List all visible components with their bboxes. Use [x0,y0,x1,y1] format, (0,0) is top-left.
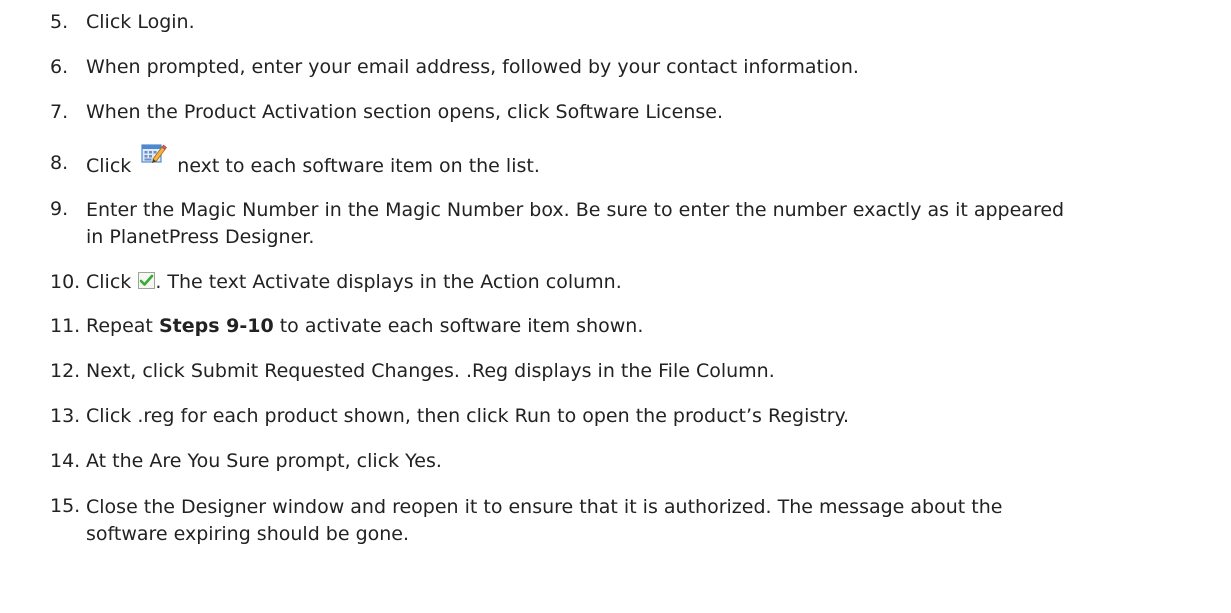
step-number: 5. [50,11,69,33]
step-text-line-1: Close the Designer window and reopen it … [86,496,1003,518]
step-text: Next, click Submit Requested Changes. .R… [86,360,775,382]
instruction-steps: 5. Click Login. 6. When prompted, enter … [0,0,1231,613]
step-number: 13. [50,405,81,427]
step-text-line-1: Enter the Magic Number in the Magic Numb… [86,199,1065,221]
step-text: Repeat Steps 9-10 to activate each softw… [86,314,1216,338]
step-number: 9. [50,198,69,220]
step-text-before: Repeat [86,315,153,337]
step-text: Click next to each software item on the … [86,144,1216,178]
step-number: 6. [50,56,69,78]
step-text-after: . The text Activate displays in the Acti… [155,271,622,293]
step-text-before: Click [86,155,132,177]
step-text: When prompted, enter your email address,… [86,56,859,78]
step-text: Click . The text Activate displays in th… [86,270,1216,294]
step-text: Enter the Magic Number in the Magic Numb… [86,197,1216,251]
step-text: At the Are You Sure prompt, click Yes. [86,450,442,472]
step-text-bold: Steps 9-10 [158,315,274,337]
step-number: 11. [50,315,81,337]
step-text: Close the Designer window and reopen it … [86,494,1216,548]
step-text-after: to activate each software item shown. [279,315,644,337]
edit-icon [141,144,168,175]
green-checkmark-icon [138,271,156,289]
step-number: 7. [50,101,69,123]
step-text-line-2: in PlanetPress Designer. [86,226,315,248]
step-number: 14. [50,450,81,472]
step-text-line-2: software expiring should be gone. [86,523,410,545]
step-number: 8. [50,152,69,174]
step-text-before: Click [86,271,132,293]
step-number: 10. [50,271,81,293]
step-text: Click .reg for each product shown, then … [86,405,850,427]
step-text: Click Login. [86,11,195,33]
step-number: 15. [50,495,81,517]
step-number: 12. [50,360,81,382]
step-text-after: next to each software item on the list. [177,155,540,177]
step-text: When the Product Activation section open… [86,101,723,123]
